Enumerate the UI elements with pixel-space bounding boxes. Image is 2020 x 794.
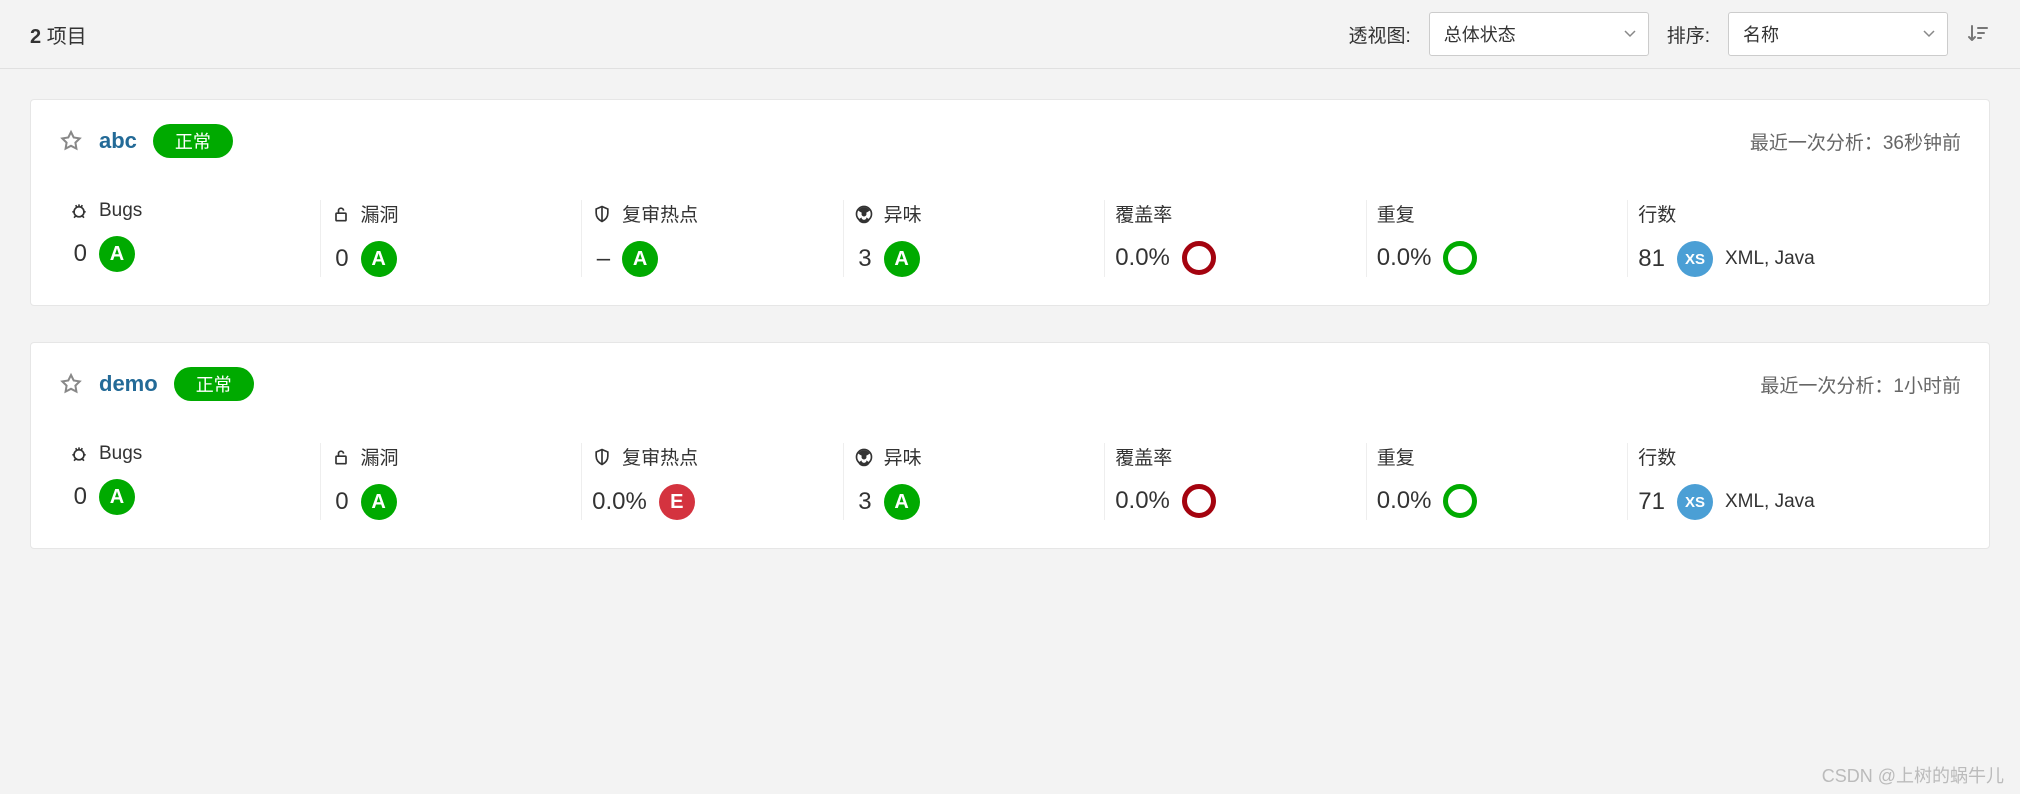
perspective-select[interactable]: 总体状态: [1429, 12, 1649, 56]
status-badge: 正常: [174, 367, 254, 401]
metric-hotspots: 复审热点 –A: [581, 200, 843, 277]
metric-value[interactable]: 0: [69, 483, 87, 511]
bug-icon: [69, 444, 89, 464]
count-number: 2: [30, 26, 41, 48]
project-name-link[interactable]: abc: [99, 128, 137, 154]
metric-duplications: 重复 0.0%: [1366, 200, 1628, 277]
metric-label: 重复: [1377, 443, 1415, 470]
metric-value[interactable]: 0.0%: [1377, 487, 1432, 515]
rating-badge: A: [884, 241, 920, 277]
status-badge: 正常: [153, 124, 233, 158]
chevron-down-icon: [1624, 30, 1636, 38]
project-card: demo 正常 最近一次分析：1小时前 Bugs 0A 漏洞 0A 复审热点 0…: [30, 342, 1990, 549]
rating-badge: A: [361, 241, 397, 277]
metric-label: 覆盖率: [1115, 200, 1172, 227]
metric-value[interactable]: 0: [69, 240, 87, 268]
metric-label: 重复: [1377, 200, 1415, 227]
metric-label: 行数: [1638, 200, 1676, 227]
metric-code-smells: 异味 3A: [843, 200, 1105, 277]
languages: XML, Java: [1725, 491, 1815, 513]
rating-badge: E: [659, 484, 695, 520]
metric-label: 漏洞: [361, 443, 399, 470]
count-label: 项目: [47, 26, 87, 48]
project-count: 2 项目: [30, 20, 87, 49]
metric-label: 行数: [1638, 443, 1676, 470]
rating-badge: A: [361, 484, 397, 520]
coverage-ring-icon: [1443, 241, 1477, 275]
coverage-ring-icon: [1182, 241, 1216, 275]
star-icon[interactable]: [59, 372, 83, 396]
metric-value[interactable]: 0: [331, 488, 349, 516]
coverage-ring-icon: [1443, 484, 1477, 518]
lock-open-icon: [331, 204, 351, 224]
metric-vulnerabilities: 漏洞 0A: [320, 200, 582, 277]
perspective-value: 总体状态: [1444, 25, 1516, 45]
last-analysis: 最近一次分析：1小时前: [1760, 371, 1961, 398]
metric-duplications: 重复 0.0%: [1366, 443, 1628, 520]
header-controls: 透视图: 总体状态 排序: 名称: [1348, 12, 1990, 56]
metric-coverage: 覆盖率 0.0%: [1104, 443, 1366, 520]
metric-value[interactable]: 0.0%: [1377, 244, 1432, 272]
size-badge: XS: [1677, 484, 1713, 520]
metric-bugs: Bugs 0A: [59, 200, 320, 277]
coverage-ring-icon: [1182, 484, 1216, 518]
metric-label: 复审热点: [622, 200, 698, 227]
metric-coverage: 覆盖率 0.0%: [1104, 200, 1366, 277]
radiation-icon: [854, 447, 874, 467]
metric-label: 异味: [884, 443, 922, 470]
metric-value[interactable]: 0.0%: [592, 488, 647, 516]
metric-hotspots: 复审热点 0.0% E: [581, 443, 843, 520]
metric-lines: 行数 81 XS XML, Java: [1627, 200, 1961, 277]
metric-label: 漏洞: [361, 200, 399, 227]
metric-bugs: Bugs 0A: [59, 443, 320, 520]
sort-value: 名称: [1743, 25, 1779, 45]
metric-label: Bugs: [99, 443, 142, 465]
sort-label: 排序:: [1667, 21, 1710, 48]
metric-label: 覆盖率: [1115, 443, 1172, 470]
metric-label: 异味: [884, 200, 922, 227]
metric-value[interactable]: 71: [1638, 488, 1665, 516]
perspective-label: 透视图:: [1348, 21, 1410, 48]
rating-badge: A: [99, 236, 135, 272]
size-badge: XS: [1677, 241, 1713, 277]
rating-badge: A: [99, 479, 135, 515]
shield-icon: [592, 204, 612, 224]
project-card: abc 正常 最近一次分析：36秒钟前 Bugs 0A 漏洞 0A 复审热点 –…: [30, 99, 1990, 306]
sort-direction-icon[interactable]: [1966, 22, 1990, 46]
metric-value[interactable]: 0.0%: [1115, 487, 1170, 515]
header-bar: 2 项目 透视图: 总体状态 排序: 名称: [0, 0, 2020, 69]
chevron-down-icon: [1923, 30, 1935, 38]
metric-value[interactable]: 0.0%: [1115, 244, 1170, 272]
star-icon[interactable]: [59, 129, 83, 153]
sort-select[interactable]: 名称: [1728, 12, 1948, 56]
metric-value[interactable]: 0: [331, 245, 349, 273]
metric-label: 复审热点: [622, 443, 698, 470]
metric-lines: 行数 71 XS XML, Java: [1627, 443, 1961, 520]
metric-value[interactable]: 3: [854, 245, 872, 273]
radiation-icon: [854, 204, 874, 224]
metric-value[interactable]: –: [592, 245, 610, 273]
project-name-link[interactable]: demo: [99, 371, 158, 397]
card-header: demo 正常 最近一次分析：1小时前: [59, 367, 1961, 401]
metric-label: Bugs: [99, 200, 142, 222]
rating-badge: A: [622, 241, 658, 277]
lock-open-icon: [331, 447, 351, 467]
card-header: abc 正常 最近一次分析：36秒钟前: [59, 124, 1961, 158]
metric-vulnerabilities: 漏洞 0A: [320, 443, 582, 520]
languages: XML, Java: [1725, 248, 1815, 270]
rating-badge: A: [884, 484, 920, 520]
metrics-row: Bugs 0A 漏洞 0A 复审热点 0.0%E 异味 3A 覆盖率 0.0% …: [59, 443, 1961, 520]
last-analysis: 最近一次分析：36秒钟前: [1750, 128, 1961, 155]
metric-value[interactable]: 3: [854, 488, 872, 516]
watermark: CSDN @上树的蜗牛儿: [1822, 762, 2004, 788]
metric-value[interactable]: 81: [1638, 245, 1665, 273]
metrics-row: Bugs 0A 漏洞 0A 复审热点 –A 异味 3A 覆盖率 0.0% 重复 …: [59, 200, 1961, 277]
metric-code-smells: 异味 3A: [843, 443, 1105, 520]
bug-icon: [69, 201, 89, 221]
projects-list: abc 正常 最近一次分析：36秒钟前 Bugs 0A 漏洞 0A 复审热点 –…: [0, 69, 2020, 559]
shield-icon: [592, 447, 612, 467]
